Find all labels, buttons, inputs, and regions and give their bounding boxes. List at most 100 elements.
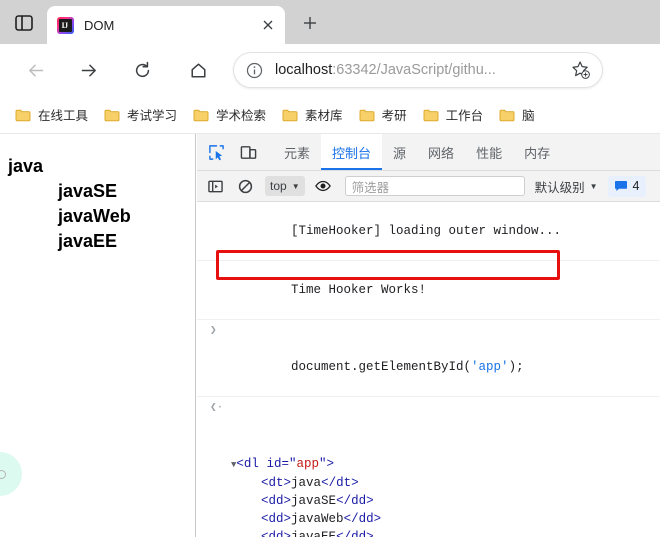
dom-child-tag: dd bbox=[269, 494, 284, 508]
bookmark-label: 考研 bbox=[382, 105, 407, 124]
folder-icon bbox=[282, 108, 298, 122]
bookmark-item[interactable]: 考研 bbox=[354, 102, 412, 127]
bookmark-label: 学术检索 bbox=[216, 105, 266, 124]
input-chevron-icon: ❯ bbox=[210, 323, 217, 339]
dom-gt: > bbox=[284, 476, 292, 490]
folder-icon bbox=[423, 108, 439, 122]
devtools-tab-network[interactable]: 网络 bbox=[417, 134, 465, 170]
plus-icon[interactable] bbox=[297, 10, 323, 36]
level-label: 默认级别 bbox=[535, 177, 585, 196]
clear-console-icon[interactable] bbox=[233, 174, 257, 198]
tab-label: 性能 bbox=[476, 143, 502, 162]
arrow-right-icon[interactable] bbox=[72, 54, 104, 86]
console-command-row[interactable]: ❯ document.getElementById('app'); bbox=[197, 320, 660, 397]
devtools-tab-memory[interactable]: 内存 bbox=[513, 134, 561, 170]
star-add-favorite-icon[interactable] bbox=[568, 57, 594, 83]
dom-child-text: javaWeb bbox=[291, 512, 344, 526]
devtools-tab-sources[interactable]: 源 bbox=[382, 134, 417, 170]
address-bar[interactable]: localhost:63342/JavaScript/githu... bbox=[234, 53, 602, 87]
message-count-icon bbox=[614, 180, 628, 192]
intellij-idea-favicon: IJ bbox=[57, 17, 74, 34]
dom-gt: > bbox=[284, 494, 292, 508]
command-segment-string: 'app' bbox=[471, 360, 509, 374]
dom-child-open: < bbox=[231, 530, 269, 537]
dom-child-text: javaSE bbox=[291, 494, 336, 508]
dom-child-close-tag: dd bbox=[351, 494, 366, 508]
live-expression-eye-icon[interactable] bbox=[311, 174, 335, 198]
dom-gt: > bbox=[374, 512, 382, 526]
dom-child-text: java bbox=[291, 476, 321, 490]
info-circle-icon[interactable] bbox=[245, 61, 264, 80]
tab-label: 内存 bbox=[524, 143, 550, 162]
devtools-panel: 元素 控制台 源 网络 性能 内存 bbox=[197, 134, 660, 537]
bookmarks-bar: 在线工具 考试学习 学术检索 素材库 考研 bbox=[0, 96, 660, 134]
sidebar-panel-icon[interactable] bbox=[10, 10, 38, 36]
folder-icon bbox=[499, 108, 515, 122]
close-icon[interactable] bbox=[257, 14, 279, 36]
inspect-element-icon[interactable] bbox=[203, 139, 229, 165]
folder-icon bbox=[193, 108, 209, 122]
chevron-down-icon: ▼ bbox=[590, 182, 598, 191]
tab-label: 源 bbox=[393, 143, 406, 162]
console-message-list[interactable]: [TimeHooker] loading outer window... Tim… bbox=[197, 202, 660, 537]
dom-quote-gt: "> bbox=[319, 457, 334, 471]
navigation-toolbar: localhost:63342/JavaScript/githu... 2 bbox=[0, 44, 660, 96]
console-filter-input[interactable]: 筛选器 bbox=[345, 176, 525, 196]
chevron-down-icon: ▼ bbox=[292, 182, 300, 191]
home-icon[interactable] bbox=[182, 54, 214, 86]
context-label: top bbox=[270, 179, 287, 193]
browser-window: IJ DOM bbox=[0, 0, 660, 537]
dom-tag-name: dl bbox=[244, 457, 259, 471]
execution-context-select[interactable]: top ▼ bbox=[265, 176, 305, 196]
definition-description: javaWeb bbox=[58, 206, 195, 227]
device-toolbar-icon[interactable] bbox=[235, 139, 261, 165]
bookmark-label: 考试学习 bbox=[127, 105, 177, 124]
console-command-text: document.getElementById('app'); bbox=[291, 360, 524, 374]
dom-child-text: javaEE bbox=[291, 530, 336, 537]
browser-tab-dom[interactable]: IJ DOM bbox=[47, 6, 285, 44]
bookmark-item[interactable]: 素材库 bbox=[277, 102, 348, 127]
console-sidebar-icon[interactable] bbox=[203, 174, 227, 198]
bookmark-item[interactable]: 工作台 bbox=[418, 102, 489, 127]
devtools-tab-elements[interactable]: 元素 bbox=[273, 134, 321, 170]
bookmark-item[interactable]: 学术检索 bbox=[188, 102, 271, 127]
folder-icon bbox=[104, 108, 120, 122]
dom-close-lt: </ bbox=[336, 530, 351, 537]
dom-gt: > bbox=[284, 530, 292, 537]
devtools-tab-console[interactable]: 控制台 bbox=[321, 134, 382, 170]
definition-description: javaEE bbox=[58, 231, 195, 252]
tab-label: 网络 bbox=[428, 143, 454, 162]
console-level-select[interactable]: 默认级别 ▼ bbox=[535, 177, 598, 196]
dom-node-result[interactable]: ▼<dl id="app"> <dt>java</dt> <dd>javaSE<… bbox=[231, 453, 660, 537]
dom-open-tag-lt: < bbox=[236, 457, 244, 471]
page-viewport: java javaSE javaWeb javaEE bbox=[0, 134, 196, 537]
bookmark-label: 脑 bbox=[522, 105, 535, 124]
dom-child-close-tag: dd bbox=[359, 512, 374, 526]
devtools-tab-performance[interactable]: 性能 bbox=[465, 134, 513, 170]
dom-child-open: < bbox=[231, 512, 269, 526]
bookmark-item[interactable]: 脑 bbox=[494, 102, 540, 127]
dom-close-lt: </ bbox=[321, 476, 336, 490]
definition-term: java bbox=[8, 156, 195, 177]
dom-gt: > bbox=[366, 494, 374, 508]
reload-icon[interactable] bbox=[126, 54, 158, 86]
dom-gt: > bbox=[351, 476, 359, 490]
command-segment: document.getElementById( bbox=[291, 360, 471, 374]
definition-list: java javaSE javaWeb javaEE bbox=[0, 134, 195, 252]
bookmark-item[interactable]: 在线工具 bbox=[10, 102, 93, 127]
message-count-badge[interactable]: 4 bbox=[608, 176, 646, 197]
tab-strip: IJ DOM bbox=[0, 0, 660, 44]
bookmark-item[interactable]: 考试学习 bbox=[99, 102, 182, 127]
arrow-left-icon[interactable] bbox=[20, 54, 52, 86]
folder-icon bbox=[15, 108, 31, 122]
console-log-row[interactable]: Time Hooker Works! bbox=[197, 261, 660, 320]
console-log-row[interactable]: [TimeHooker] loading outer window... bbox=[197, 202, 660, 261]
dom-child-close-tag: dt bbox=[336, 476, 351, 490]
tab-title: DOM bbox=[84, 18, 257, 33]
dom-close-lt: </ bbox=[344, 512, 359, 526]
dom-gt: > bbox=[284, 512, 292, 526]
address-bar-text: localhost:63342/JavaScript/githu... bbox=[275, 62, 568, 78]
devtools-tab-bar: 元素 控制台 源 网络 性能 内存 bbox=[197, 134, 660, 171]
bookmark-label: 工作台 bbox=[446, 105, 484, 124]
console-result-row[interactable]: ❮· ▼<dl id="app"> <dt>java</dt> <dd>java… bbox=[197, 397, 660, 537]
